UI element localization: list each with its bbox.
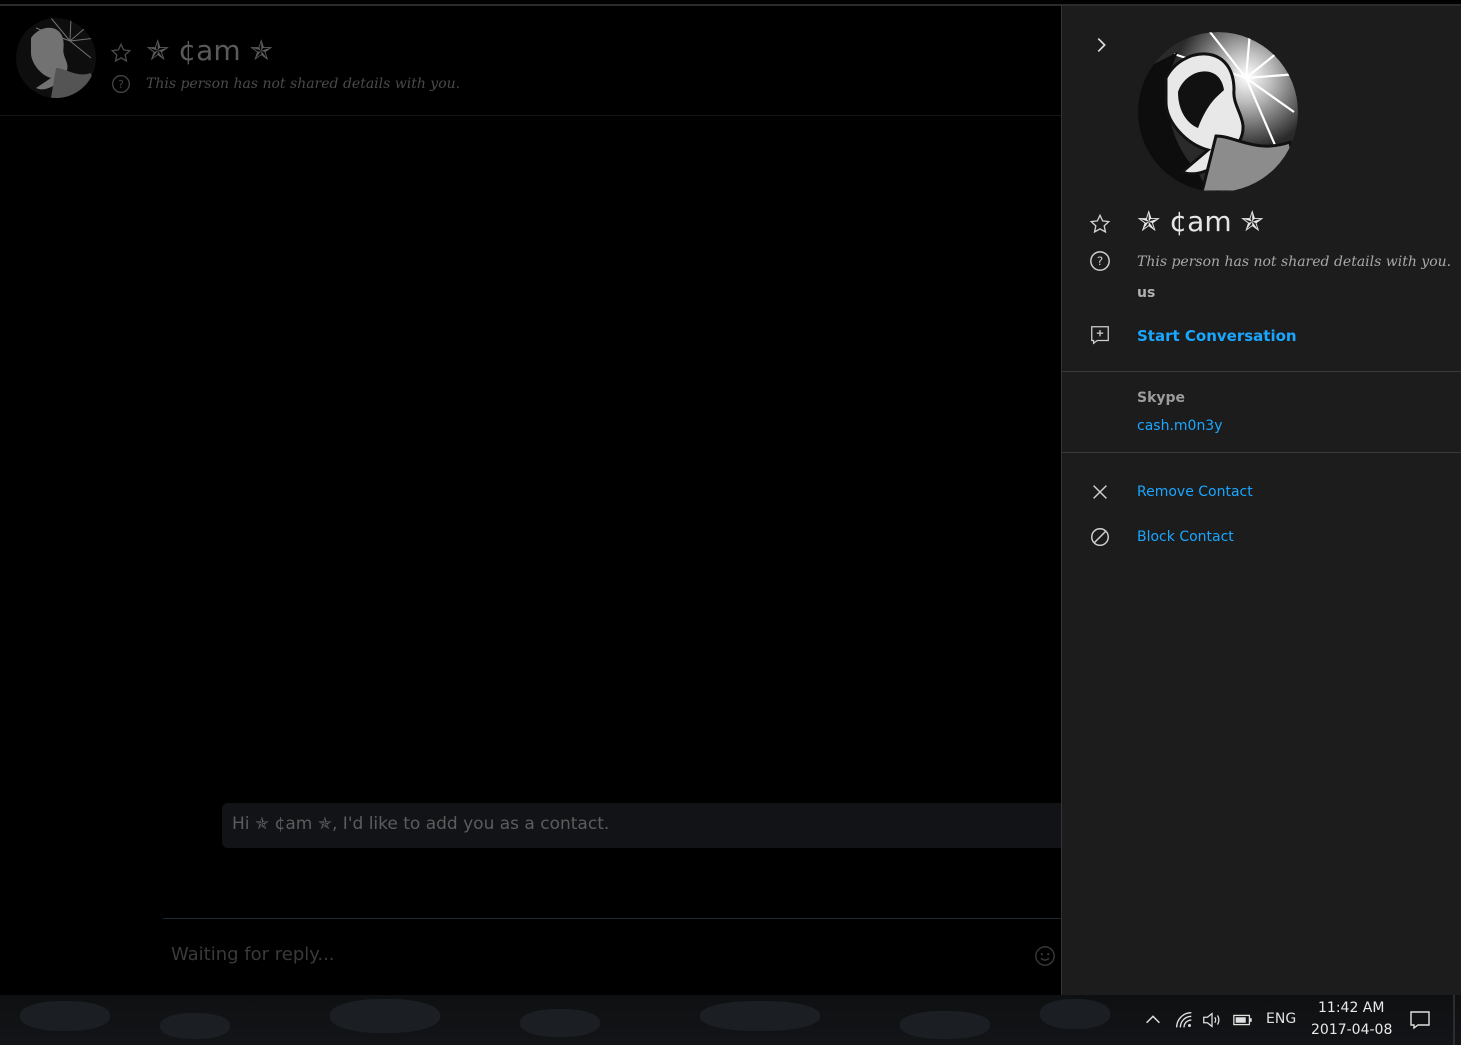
taskbar: ENG 11:42 AM 2017-04-08 (0, 995, 1461, 1045)
start-conversation-button[interactable]: Start Conversation (1137, 327, 1297, 345)
battery-icon[interactable] (1232, 1009, 1254, 1031)
conversation-subtitle: This person has not shared details with … (146, 76, 461, 92)
smiley-icon[interactable] (1034, 945, 1056, 967)
question-circle-icon: ? (1090, 251, 1110, 271)
skype-id-link[interactable]: cash.m0n3y (1137, 418, 1223, 434)
message-text: Hi ✯ ¢am ✯, I'd like to add you as a con… (232, 814, 610, 834)
wallpaper-texture (20, 1001, 110, 1031)
composer-divider (163, 918, 1061, 919)
block-contact-button[interactable]: Block Contact (1137, 529, 1234, 545)
wallpaper-texture (900, 1011, 990, 1039)
conversation-title: ✯ ¢am ✯ (146, 34, 273, 67)
divider (1062, 452, 1461, 453)
contact-name: ✯ ¢am ✯ (1137, 205, 1264, 238)
wallpaper-texture (1040, 999, 1110, 1029)
message-bubble[interactable]: Hi ✯ ¢am ✯, I'd like to add you as a con… (222, 803, 1061, 848)
contact-status: This person has not shared details with … (1137, 254, 1452, 270)
volume-icon[interactable] (1201, 1009, 1223, 1031)
chevron-right-icon[interactable] (1090, 34, 1112, 56)
profile-avatar (1138, 32, 1298, 192)
account-label: Skype (1137, 390, 1186, 406)
clock-date[interactable]: 2017-04-08 (1311, 1022, 1392, 1038)
show-desktop-button[interactable] (1453, 995, 1455, 1045)
avatar[interactable] (16, 18, 96, 98)
wallpaper-texture (330, 999, 440, 1033)
close-icon[interactable] (1089, 481, 1111, 503)
contact-profile-panel: ✯ ¢am ✯ ? This person has not shared det… (1061, 4, 1461, 995)
input-language[interactable]: ENG (1266, 1011, 1296, 1027)
divider (1062, 371, 1461, 372)
contact-location: us (1137, 285, 1156, 301)
clock-time[interactable]: 11:42 AM (1318, 1000, 1384, 1016)
remove-contact-button[interactable]: Remove Contact (1137, 484, 1253, 500)
question-circle-icon: ? (112, 75, 130, 93)
wallpaper-texture (520, 1009, 600, 1037)
wallpaper-texture (700, 1001, 820, 1031)
skype-window: ✯ ¢am ✯ ? This person has not shared det… (0, 0, 1461, 1045)
message-composer[interactable]: Waiting for reply... (171, 944, 335, 965)
notification-icon[interactable] (1408, 1008, 1432, 1032)
chevron-up-icon[interactable] (1142, 1009, 1164, 1031)
conversation-header: ✯ ¢am ✯ ? This person has not shared det… (0, 6, 1061, 116)
wallpaper-texture (160, 1013, 230, 1039)
block-icon[interactable] (1089, 526, 1111, 548)
wifi-icon[interactable] (1173, 1009, 1195, 1031)
svg-text:?: ? (118, 78, 124, 91)
star-outline-icon[interactable] (1089, 213, 1111, 235)
chat-add-icon[interactable] (1089, 324, 1111, 346)
favorite-star-icon[interactable] (110, 42, 132, 64)
svg-text:?: ? (1097, 254, 1103, 268)
